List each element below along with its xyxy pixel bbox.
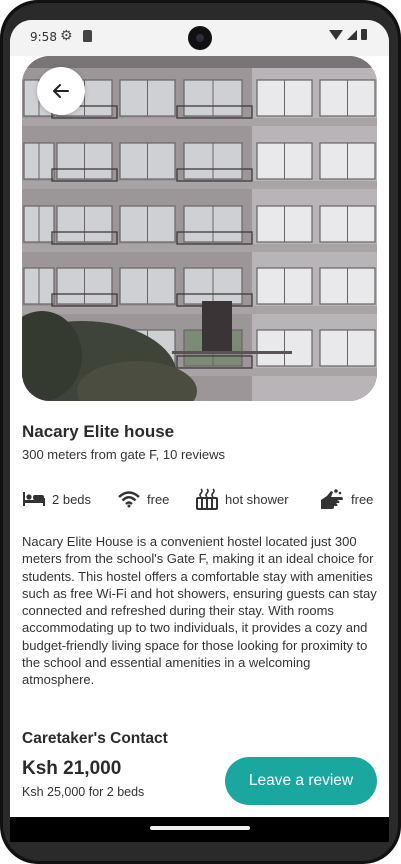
status-time: 9:58 bbox=[30, 30, 57, 44]
wifi-icon bbox=[329, 29, 343, 40]
amenity-handwash: free bbox=[319, 486, 373, 512]
amenity-beds: 2 beds bbox=[22, 486, 91, 512]
caretaker-contact-heading: Caretaker's Contact bbox=[22, 730, 168, 747]
wifi-icon bbox=[118, 491, 140, 508]
gear-icon: ⚙ bbox=[60, 28, 73, 44]
back-button[interactable] bbox=[37, 67, 85, 115]
hand-wash-icon bbox=[321, 489, 343, 509]
app-screen: 9:58 ⚙ Nacary Elite house 300 meters fro… bbox=[10, 20, 389, 842]
navigation-bar bbox=[10, 817, 389, 842]
amenity-label: free bbox=[147, 491, 170, 507]
sd-card-icon bbox=[83, 30, 92, 42]
listing-description: Nacary Elite House is a convenient hoste… bbox=[22, 534, 377, 688]
amenity-wifi: free bbox=[117, 486, 169, 512]
shower-icon bbox=[196, 488, 218, 510]
amenity-shower: hot shower bbox=[195, 486, 289, 512]
status-icons bbox=[329, 29, 367, 40]
bed-icon bbox=[23, 492, 45, 506]
battery-icon bbox=[361, 29, 367, 40]
listing-subtitle: 300 meters from gate F, 10 reviews bbox=[22, 447, 226, 462]
arrow-left-icon bbox=[53, 84, 69, 98]
price: Ksh 21,000 bbox=[22, 758, 122, 779]
amenity-label: free bbox=[351, 491, 374, 507]
cell-signal-icon bbox=[347, 29, 357, 40]
listing-title: Nacary Elite house bbox=[22, 422, 175, 441]
status-bar: 9:58 ⚙ bbox=[10, 20, 389, 56]
amenity-label: hot shower bbox=[225, 491, 289, 507]
camera-cutout bbox=[188, 26, 212, 50]
amenities-row: 2 beds free hot shower free bbox=[22, 486, 378, 512]
leave-review-button[interactable]: Leave a review bbox=[225, 757, 377, 805]
price-note: Ksh 25,000 for 2 beds bbox=[22, 785, 145, 799]
home-gesture-handle[interactable] bbox=[150, 826, 250, 830]
amenity-label: 2 beds bbox=[52, 491, 92, 507]
